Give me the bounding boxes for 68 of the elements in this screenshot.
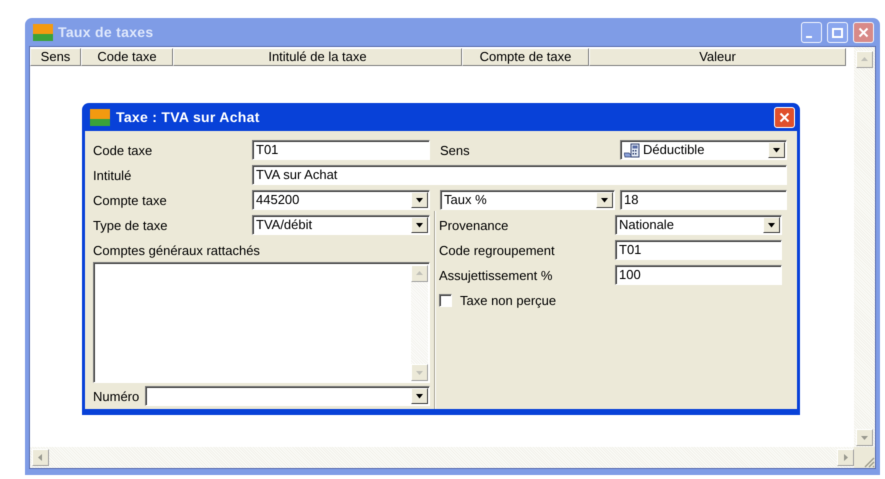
checkbox[interactable] [439,294,452,307]
close-icon [779,112,790,122]
horizontal-scrollbar[interactable] [30,447,854,468]
field-label: Comptes généraux rattachés [93,243,261,258]
dropdown-button[interactable] [768,142,785,158]
app-icon [33,24,53,40]
dropdown-button[interactable] [411,388,428,404]
arrow-icon [415,269,424,278]
combo-box[interactable]: Taux % [440,190,615,210]
field-label: Provenance [439,218,510,232]
minimize-icon [806,36,812,38]
field-label: Code taxe [93,142,154,158]
combo-box[interactable]: Nationale [615,215,782,235]
app-icon [90,108,110,126]
close-icon [858,26,869,38]
combo-box[interactable] [145,386,430,406]
arrow-icon [841,453,850,462]
dropdown-button[interactable] [596,192,613,208]
field-label: Type de taxe [93,218,168,232]
caret-icon [600,198,609,202]
input-field[interactable]: TVA sur Achat [252,165,787,185]
list-box[interactable] [93,262,430,383]
field-label: Sens [440,142,471,158]
scroll-down-button[interactable] [856,429,873,446]
vertical-scrollbar[interactable] [854,47,875,447]
combo-box[interactable]: 445200 [252,190,430,210]
field-label: Numéro [93,388,140,404]
arrow-icon [415,368,424,377]
column-header[interactable]: Intitulé de la taxe [173,48,462,66]
arrow-icon [860,433,869,442]
column-header[interactable]: Sens [30,48,81,66]
column-header[interactable]: Code taxe [81,48,173,66]
scroll-up-button[interactable] [856,51,873,68]
scroll-right-button[interactable] [837,449,854,466]
maximize-icon [832,26,843,38]
field-label: Compte taxe [93,192,168,208]
column-header[interactable]: Valeur [589,48,846,66]
scroll-down-button[interactable] [411,364,428,381]
caret-icon [767,222,776,228]
arrow-icon [860,55,869,64]
caret-icon [415,222,424,228]
caret-icon [772,148,781,152]
field-label: Assujettissement % [439,268,554,282]
checkbox-label: Taxe non perçue [460,293,556,308]
caret-icon [415,394,424,398]
input-field[interactable]: 100 [615,265,782,285]
combo-box[interactable]: TVA/débit [252,215,430,235]
field-label: Code regroupement [439,242,556,258]
maximize-button[interactable] [827,22,848,42]
input-field[interactable]: T01 [252,140,430,160]
input-field[interactable]: T01 [615,240,782,260]
dropdown-button[interactable] [411,192,428,208]
resize-grip-icon[interactable] [862,455,875,468]
window-title: Taux de taxes [58,24,154,40]
calculator-icon [624,142,640,158]
column-header[interactable]: Compte de taxe [462,48,589,66]
scroll-up-button[interactable] [411,265,428,282]
combo-box[interactable]: Déductible [620,140,787,160]
dropdown-button[interactable] [411,217,428,233]
field-label: Intitulé [93,168,132,182]
dropdown-button[interactable] [763,217,780,233]
arrow-icon [36,453,45,462]
scroll-left-button[interactable] [32,449,49,466]
scrollbar[interactable] [411,265,428,381]
dialog-title: Taxe : TVA sur Achat [116,109,261,125]
input-field[interactable]: 18 [620,190,787,210]
minimize-button[interactable] [801,22,822,42]
caret-icon [415,198,424,202]
